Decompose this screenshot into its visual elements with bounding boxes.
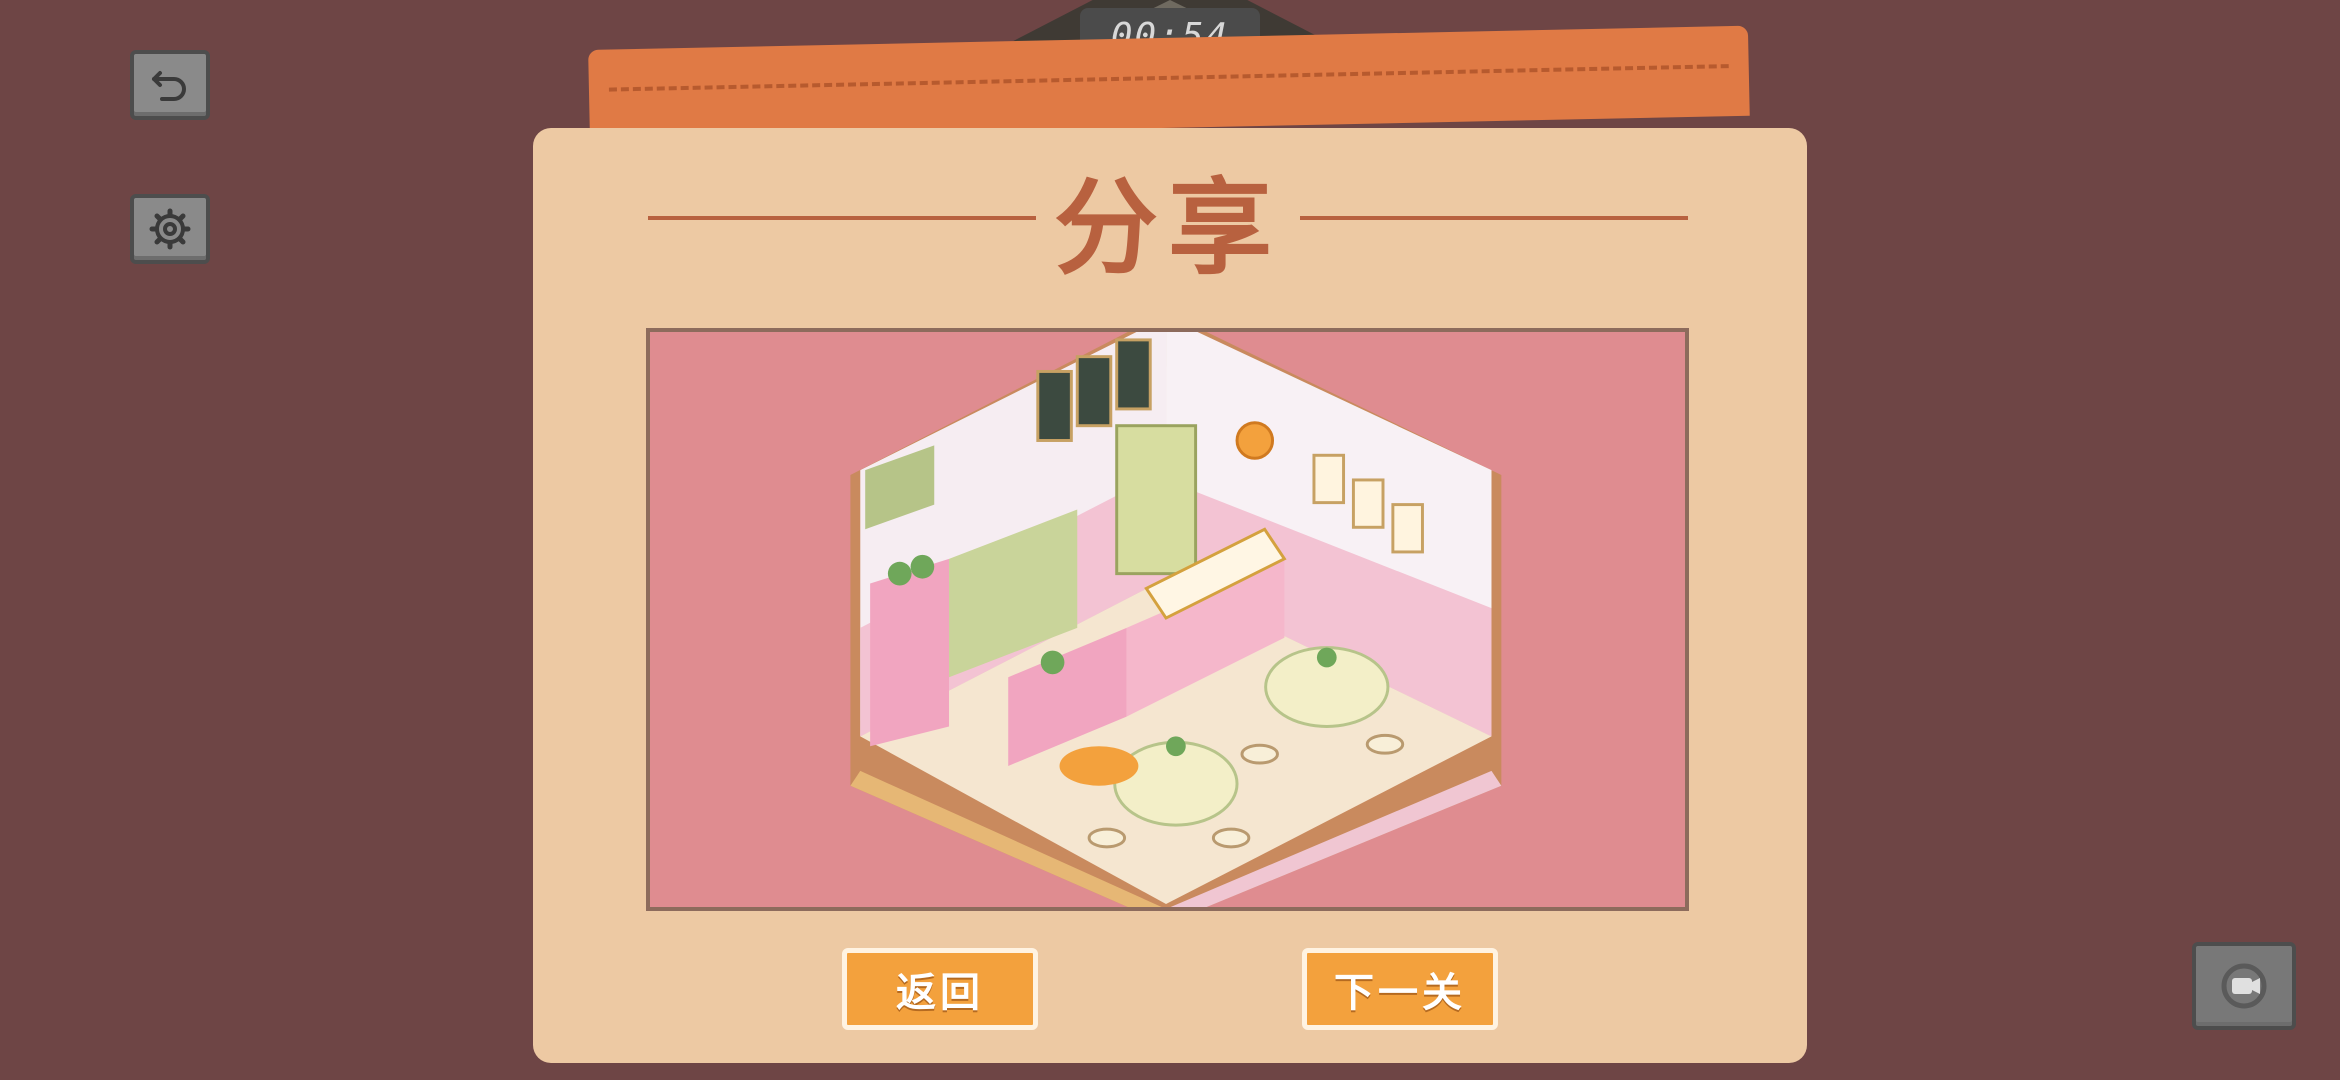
title-divider-right xyxy=(1300,216,1689,220)
dialog-title-row: 分享 xyxy=(648,158,1689,289)
isometric-room-illustration xyxy=(850,332,1502,907)
video-camera-icon xyxy=(2221,963,2267,1009)
room-preview-image xyxy=(646,328,1689,911)
dialog-tab-strip xyxy=(588,25,1750,140)
return-button[interactable]: 返回 xyxy=(842,948,1038,1030)
undo-arrow-icon xyxy=(152,71,186,101)
share-dialog: 分享 返回 下一关 xyxy=(533,128,1807,1063)
dialog-title: 分享 xyxy=(1054,166,1283,289)
next-level-button[interactable]: 下一关 xyxy=(1302,948,1498,1030)
title-divider-left xyxy=(648,216,1036,220)
settings-button[interactable] xyxy=(130,194,210,264)
gear-icon xyxy=(149,208,191,250)
undo-button[interactable] xyxy=(130,50,210,120)
record-video-button[interactable] xyxy=(2192,942,2296,1030)
